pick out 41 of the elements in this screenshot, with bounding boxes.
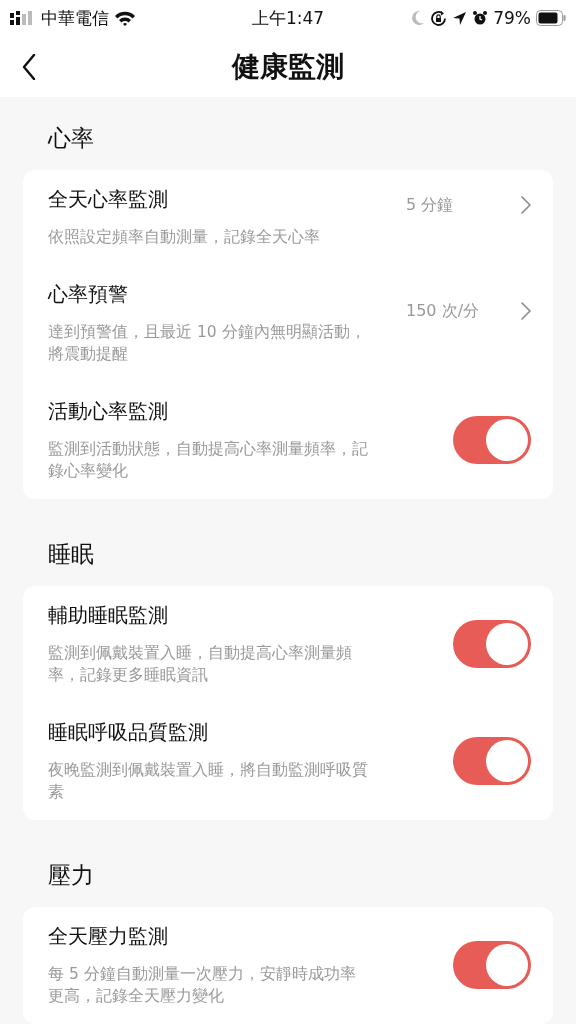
toggle-switch[interactable] [453,737,531,785]
setting-description: 每 5 分鐘自動測量一次壓力，安靜時成功率更高，記錄全天壓力變化 [48,964,357,1007]
page-title: 健康監測 [232,48,344,85]
setting-row[interactable]: 睡眠呼吸品質監測 夜晚監測到佩戴裝置入睡，將自動監測呼吸質素 [23,703,553,820]
setting-title: 全天壓力監測 [48,923,169,949]
setting-description: 依照設定頻率自動測量，記錄全天心率 [48,227,321,248]
chevron-right-icon [521,196,531,214]
setting-description: 達到預警值，且最近 10 分鐘內無明顯活動，將震動提醒 [48,322,367,365]
section-heading: 壓力 [47,861,95,890]
setting-title: 活動心率監測 [48,398,169,424]
back-button[interactable] [20,52,38,82]
setting-title: 全天心率監測 [48,186,169,212]
carrier-name: 中華電信 [41,6,109,30]
battery-icon [536,10,566,26]
rotation-lock-icon [430,9,448,27]
setting-row[interactable]: 全天壓力監測 每 5 分鐘自動測量一次壓力，安靜時成功率更高，記錄全天壓力變化 [23,907,553,1024]
wifi-icon [114,10,136,26]
alarm-clock-icon [472,10,489,26]
section-heading: 心率 [47,124,95,153]
section-heading: 睡眠 [47,540,95,569]
setting-row[interactable]: 活動心率監測 監測到活動狀態，自動提高心率測量頻率，記錄心率變化 [23,382,553,499]
setting-description: 夜晚監測到佩戴裝置入睡，將自動監測呼吸質素 [48,760,368,803]
chevron-right-icon [521,302,531,320]
status-time: 上午1:47 [250,6,326,30]
moon-icon [411,10,426,26]
location-arrow-icon [452,10,468,26]
battery-percent: 79% [493,8,531,28]
toggle-switch[interactable] [453,416,531,464]
setting-title: 睡眠呼吸品質監測 [48,719,209,745]
setting-row[interactable]: 心率預警 達到預警值，且最近 10 分鐘內無明顯活動，將震動提醒 150 次/分 [23,265,553,382]
setting-value: 5 分鐘 [406,194,454,216]
setting-description: 監測到佩戴裝置入睡，自動提高心率測量頻率，記錄更多睡眠資訊 [48,643,353,686]
toggle-switch[interactable] [453,941,531,989]
toggle-switch[interactable] [453,620,531,668]
setting-row[interactable]: 全天心率監測 依照設定頻率自動測量，記錄全天心率 5 分鐘 [23,170,553,265]
back-chevron-icon [22,54,36,80]
setting-title: 心率預警 [48,281,129,307]
setting-value: 150 次/分 [406,300,479,322]
setting-title: 輔助睡眠監測 [48,602,169,628]
setting-row[interactable]: 輔助睡眠監測 監測到佩戴裝置入睡，自動提高心率測量頻率，記錄更多睡眠資訊 [23,586,553,703]
setting-description: 監測到活動狀態，自動提高心率測量頻率，記錄心率變化 [48,439,368,482]
